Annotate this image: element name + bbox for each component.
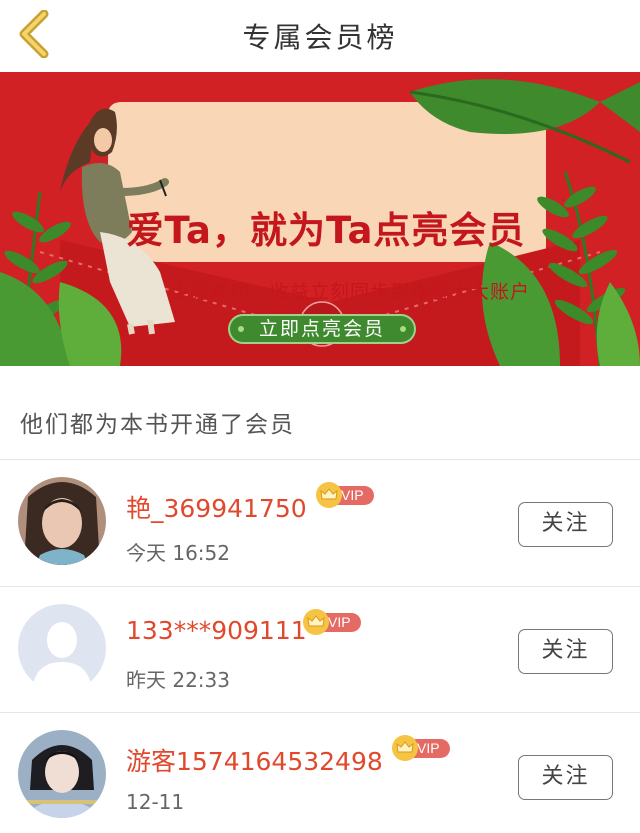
banner-subtitle: 点亮成功，收益立刻同步到作者大大账户 <box>169 281 530 303</box>
user-photo-icon <box>18 477 106 565</box>
default-user-icon <box>18 604 106 692</box>
member-name[interactable]: 游客1574164532498 <box>126 742 383 778</box>
member-time: 12-11 <box>126 790 185 814</box>
promo-banner[interactable]: 爱Ta，就为Ta点亮会员 点亮成功，收益立刻同步到作者大大账户 立即点亮会员 <box>0 72 640 366</box>
avatar[interactable] <box>18 730 106 818</box>
member-name[interactable]: 133***909111 <box>126 616 307 645</box>
list-item: 艳_369941750 VIP 今天 16:52 关注 <box>0 460 640 586</box>
vip-badge: VIP <box>303 609 361 635</box>
avatar[interactable] <box>18 477 106 565</box>
section-title: 他们都为本书开通了会员 <box>20 412 295 438</box>
crown-icon <box>303 609 329 635</box>
page-title: 专属会员榜 <box>242 21 398 54</box>
top-bar: 专属会员榜 <box>0 0 640 72</box>
follow-button[interactable]: 关注 <box>518 502 613 547</box>
vip-label: VIP <box>341 487 364 503</box>
member-time: 昨天 22:33 <box>126 668 230 692</box>
list-item: 游客1574164532498 VIP 12-11 关注 <box>0 713 640 833</box>
crown-icon <box>316 482 342 508</box>
banner-title: 爱Ta，就为Ta点亮会员 <box>126 209 526 252</box>
light-up-vip-button[interactable]: 立即点亮会员 <box>228 314 416 344</box>
user-photo-icon <box>18 730 106 818</box>
vip-badge: VIP <box>316 482 374 508</box>
avatar[interactable] <box>18 604 106 692</box>
follow-button[interactable]: 关注 <box>518 755 613 800</box>
crown-icon <box>392 735 418 761</box>
vip-label: VIP <box>417 740 440 756</box>
vip-badge: VIP <box>392 735 450 761</box>
member-time: 今天 16:52 <box>126 541 230 565</box>
follow-button[interactable]: 关注 <box>518 629 613 674</box>
vip-label: VIP <box>328 614 351 630</box>
list-item: 133***909111 VIP 昨天 22:33 关注 <box>0 587 640 713</box>
member-name[interactable]: 艳_369941750 <box>126 489 307 525</box>
